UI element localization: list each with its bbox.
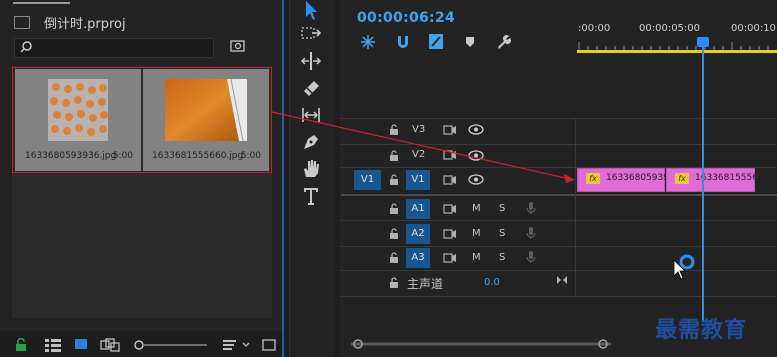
zoom-slider[interactable]	[132, 338, 207, 352]
track-label-v2: V2	[412, 149, 426, 160]
video-audio-divider	[341, 194, 777, 196]
track-label-v3: V3	[412, 124, 426, 135]
playhead-timecode[interactable]: 00:00:06:24	[357, 10, 455, 26]
watermark-text: 最需教育	[655, 318, 748, 343]
active-panel-edge	[282, 0, 284, 357]
eye-icon[interactable]	[468, 150, 484, 161]
nest-toggle-icon[interactable]	[360, 34, 376, 50]
source-patch-v1[interactable]: V1	[354, 170, 381, 190]
track-divider	[341, 270, 777, 271]
mouse-cursor-icon	[673, 254, 695, 280]
solo-button[interactable]: S	[499, 203, 505, 214]
track-select-tool-icon[interactable]	[300, 24, 322, 46]
sequence-clip[interactable]: fx 1633681555660	[666, 168, 769, 192]
track-lock-icon[interactable]	[389, 203, 399, 214]
project-tab-underline	[13, 2, 70, 4]
icon-view-icon[interactable]	[74, 338, 90, 352]
eye-icon[interactable]	[468, 174, 484, 185]
mute-button[interactable]: M	[472, 228, 481, 239]
track-lock-icon[interactable]	[389, 124, 399, 135]
track-lock-icon[interactable]	[389, 277, 399, 288]
track-lock-icon[interactable]	[389, 174, 399, 185]
sync-lock-icon[interactable]	[443, 125, 457, 135]
track-divider	[341, 118, 777, 119]
track-divider	[341, 296, 777, 297]
freeform-view-icon[interactable]	[100, 338, 122, 352]
master-volume-value[interactable]: 0.0	[484, 277, 500, 288]
project-name: 倒计时.prproj	[44, 17, 126, 32]
track-divider	[341, 220, 777, 221]
track-divider	[341, 246, 777, 247]
sequence-clip[interactable]: fx 1633680593936	[577, 168, 680, 192]
go-to-in-out-icon[interactable]	[556, 275, 568, 285]
lock-icon[interactable]	[14, 338, 28, 352]
razor-tool-icon[interactable]	[300, 77, 322, 99]
fx-badge: fx	[586, 173, 600, 184]
sync-lock-icon[interactable]	[443, 175, 457, 185]
list-view-icon[interactable]	[44, 338, 62, 352]
microphone-icon[interactable]	[526, 250, 536, 264]
wrench-icon[interactable]	[495, 34, 511, 50]
track-divider	[341, 144, 777, 145]
track-lock-icon[interactable]	[389, 228, 399, 239]
playhead-line	[702, 47, 704, 322]
track-lock-icon[interactable]	[389, 252, 399, 263]
track-target-v1[interactable]: V1	[406, 170, 430, 190]
work-area-bar[interactable]	[577, 50, 777, 53]
sort-icon[interactable]	[222, 338, 252, 352]
track-target-a2[interactable]: A2	[406, 224, 430, 244]
ruler-label: 00:00:10	[731, 23, 776, 34]
pen-tool-icon[interactable]	[300, 131, 322, 153]
new-item-icon[interactable]	[262, 338, 278, 352]
mute-button[interactable]: M	[472, 203, 481, 214]
linked-selection-icon[interactable]	[428, 33, 444, 50]
ripple-edit-tool-icon[interactable]	[300, 50, 322, 72]
playhead-handle[interactable]	[697, 37, 709, 47]
hand-tool-icon[interactable]	[300, 157, 322, 179]
sync-lock-icon[interactable]	[443, 229, 457, 239]
eye-icon[interactable]	[468, 124, 484, 135]
track-target-a1[interactable]: A1	[406, 199, 430, 219]
sync-lock-icon[interactable]	[443, 150, 457, 160]
search-icon	[20, 41, 32, 53]
sync-lock-icon[interactable]	[443, 204, 457, 214]
header-divider	[575, 118, 576, 296]
ruler-label: 00:00:05:00	[639, 23, 701, 34]
new-bin-icon[interactable]	[230, 39, 246, 53]
microphone-icon[interactable]	[526, 201, 536, 215]
ruler-ticks	[578, 42, 769, 50]
sequence-clip-name: 1633681555660	[695, 173, 770, 183]
search-input[interactable]	[14, 38, 214, 58]
selection-highlight	[12, 67, 272, 173]
ruler-label: :00:00	[578, 23, 611, 34]
slip-tool-icon[interactable]	[300, 104, 322, 126]
master-track-label: 主声道	[407, 277, 444, 291]
folder-icon	[14, 16, 30, 29]
track-lock-icon[interactable]	[389, 150, 399, 161]
track-target-a3[interactable]: A3	[406, 248, 430, 268]
selection-tool-icon[interactable]	[300, 0, 322, 22]
type-tool-icon[interactable]	[300, 185, 322, 207]
sync-lock-icon[interactable]	[443, 253, 457, 263]
add-marker-icon[interactable]	[464, 36, 476, 48]
snap-icon[interactable]	[395, 34, 411, 50]
microphone-icon[interactable]	[526, 226, 536, 240]
solo-button[interactable]: S	[499, 252, 505, 263]
solo-button[interactable]: S	[499, 228, 505, 239]
mute-button[interactable]: M	[472, 252, 481, 263]
fx-badge: fx	[675, 173, 689, 184]
